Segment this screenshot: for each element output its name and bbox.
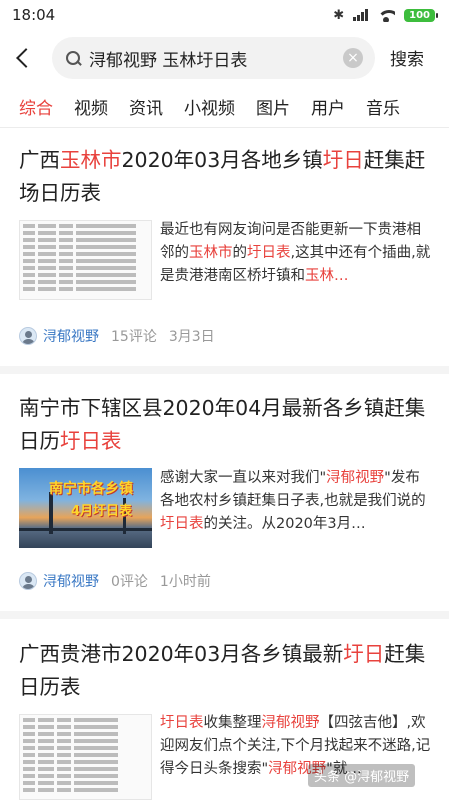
article-snippet: 最近也有网友询问是否能更新一下贵港相邻的玉林市的圩日表,这其中还有个插曲,就是贵… — [160, 222, 431, 284]
comment-count: 0评论 — [111, 574, 148, 590]
search-icon — [66, 50, 81, 66]
avatar[interactable] — [19, 327, 37, 345]
search-button[interactable]: 搜索 — [390, 45, 424, 70]
article-title[interactable]: 广西贵港市2020年03月各乡镇最新圩日赶集日历表 — [19, 638, 429, 704]
comment-count: 15评论 — [111, 329, 157, 345]
article-title[interactable]: 广西玉林市2020年03月各地乡镇圩日赶集赶场日历表 — [19, 144, 429, 210]
article-meta: 浔郁视野 0评论 1小时前 — [19, 570, 223, 592]
tab-news[interactable]: 资讯 — [129, 94, 163, 119]
thumbnail-caption: 4月圩日表 — [71, 504, 133, 519]
author-name[interactable]: 浔郁视野 — [43, 326, 99, 346]
header-divider — [0, 127, 449, 128]
search-header: 浔郁视野 玉林圩日表 × 搜索 — [0, 32, 449, 84]
publish-time: 3月3日 — [168, 329, 215, 345]
card-separator — [0, 366, 449, 374]
card-separator — [0, 611, 449, 619]
author-name[interactable]: 浔郁视野 — [43, 571, 99, 591]
article-meta: 浔郁视野 15评论 3月3日 — [19, 325, 227, 347]
signal-icon — [353, 9, 369, 21]
bluetooth-icon: ✱ — [333, 7, 345, 23]
wifi-icon — [377, 9, 396, 22]
battery-icon: 100 — [404, 8, 438, 22]
tab-short-video[interactable]: 小视频 — [184, 94, 235, 119]
status-icons: ✱ 100 — [333, 7, 438, 23]
category-tabs: 综合 视频 资讯 小视频 图片 用户 音乐 — [0, 86, 449, 126]
back-button[interactable] — [0, 35, 46, 81]
clear-icon[interactable]: × — [343, 48, 363, 68]
avatar[interactable] — [19, 572, 37, 590]
tab-comprehensive[interactable]: 综合 — [19, 94, 53, 119]
search-query[interactable]: 浔郁视野 玉林圩日表 — [89, 46, 343, 71]
article-snippet: 感谢大家一直以来对我们"浔郁视野"发布各地农村乡镇赶集日子表,也就是我们说的圩日… — [160, 470, 426, 532]
tab-music[interactable]: 音乐 — [366, 94, 400, 119]
publish-time: 1小时前 — [159, 574, 211, 590]
thumbnail-caption: 南宁市各乡镇 — [49, 481, 133, 497]
article-title[interactable]: 南宁市下辖区县2020年04月最新各乡镇赶集日历圩日表 — [19, 392, 429, 458]
tab-video[interactable]: 视频 — [74, 94, 108, 119]
status-time: 18:04 — [12, 6, 56, 24]
article-thumbnail[interactable] — [19, 714, 152, 800]
article-thumbnail[interactable]: 南宁市各乡镇 4月圩日表 — [19, 468, 152, 548]
tab-users[interactable]: 用户 — [311, 94, 345, 119]
watermark: 头条 @浔郁视野 — [308, 764, 416, 787]
back-arrow-icon — [16, 48, 36, 68]
status-bar: 18:04 ✱ 100 — [0, 0, 449, 30]
article-thumbnail[interactable] — [19, 220, 152, 300]
search-input[interactable]: 浔郁视野 玉林圩日表 × — [52, 37, 375, 79]
tab-images[interactable]: 图片 — [256, 94, 290, 119]
